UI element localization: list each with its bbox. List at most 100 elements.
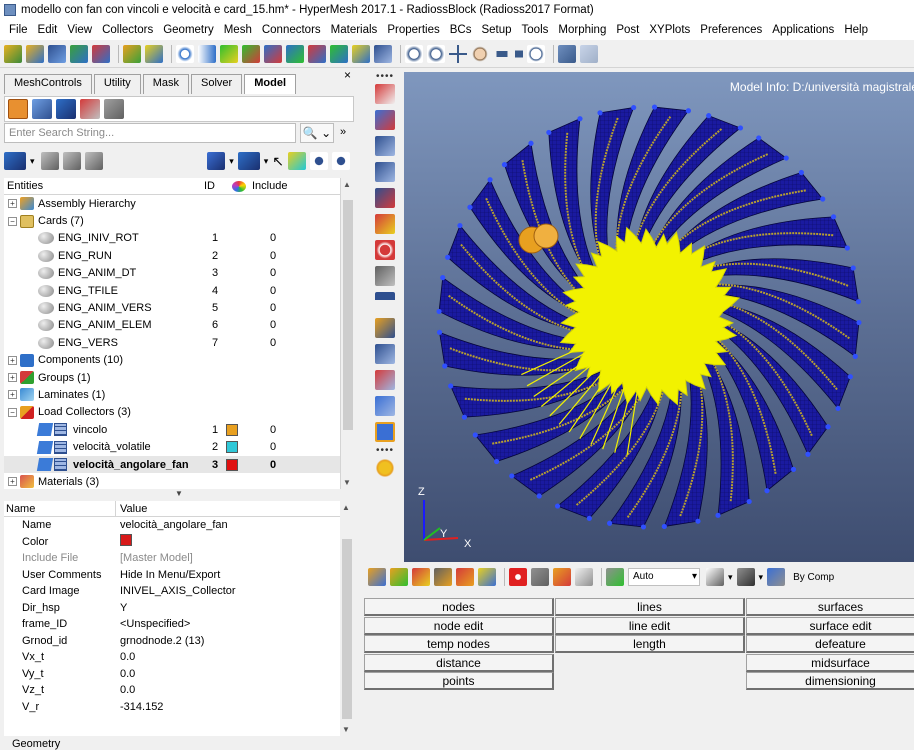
property-value[interactable]: INIVEL_AXIS_Collector: [120, 585, 236, 597]
zoom-window-icon[interactable]: [405, 44, 423, 63]
expand-icon[interactable]: [40, 152, 59, 170]
redo-icon[interactable]: [580, 44, 598, 63]
material-view-icon[interactable]: [104, 99, 124, 119]
property-value[interactable]: 0.0: [120, 684, 135, 696]
property-row-vx-t[interactable]: Vx_t 0.0: [4, 649, 340, 666]
tree-row[interactable]: ENG_INIV_ROT 1 0: [4, 230, 340, 247]
mask-icon[interactable]: [375, 84, 395, 104]
import-icon[interactable]: [26, 44, 44, 63]
pan-hand-icon[interactable]: [471, 44, 489, 63]
expand-icon[interactable]: +: [8, 477, 17, 487]
tree-row[interactable]: velocità_angolare_fan 3 0: [4, 455, 340, 474]
panel-button-lines[interactable]: lines: [555, 598, 745, 616]
tree-row[interactable]: ENG_TFILE 4 0: [4, 282, 340, 299]
tree-row[interactable]: ENG_RUN 2 0: [4, 247, 340, 264]
measure-icon[interactable]: [375, 318, 395, 338]
cursor-icon[interactable]: ↖: [272, 153, 284, 170]
dropdown-arrow-icon[interactable]: ▾: [30, 156, 35, 167]
tree-row[interactable]: vincolo 1 0: [4, 421, 340, 438]
tree-row[interactable]: + Laminates (1): [4, 386, 340, 403]
show-icon[interactable]: [207, 152, 226, 170]
property-row-vy-t[interactable]: Vy_t 0.0: [4, 666, 340, 683]
tab-meshcontrols[interactable]: MeshControls: [4, 74, 92, 94]
panel-button-length[interactable]: length: [555, 635, 745, 653]
menu-geometry[interactable]: Geometry: [158, 24, 219, 36]
property-value[interactable]: Hide In Menu/Export: [120, 569, 220, 581]
dropdown-arrow-icon[interactable]: ▾: [759, 572, 764, 583]
dropdown-arrow-icon[interactable]: ▾: [264, 156, 269, 167]
component-view-icon[interactable]: [56, 99, 76, 119]
include-view-icon[interactable]: [32, 99, 52, 119]
tree-row[interactable]: − Cards (7): [4, 212, 340, 229]
view-xy-top-icon[interactable]: [220, 44, 238, 63]
close-panel-icon[interactable]: ×: [344, 68, 351, 82]
view-yz-left-icon[interactable]: [308, 44, 326, 63]
color-swatch[interactable]: [226, 458, 238, 471]
assemblies-tool-icon[interactable]: [390, 568, 408, 586]
export-icon[interactable]: [92, 44, 110, 63]
scroll-down-arrow-icon[interactable]: ▼: [343, 478, 351, 487]
property-row-user-comments[interactable]: User Comments Hide In Menu/Export: [4, 567, 340, 584]
expand-icon[interactable]: +: [8, 373, 17, 383]
menu-xyplots[interactable]: XYPlots: [644, 24, 695, 36]
menu-properties[interactable]: Properties: [382, 24, 444, 36]
menu-help[interactable]: Help: [839, 24, 873, 36]
shaded-icon[interactable]: [736, 568, 755, 586]
feature-edges-icon[interactable]: [375, 188, 395, 208]
filter-icon[interactable]: [84, 152, 103, 170]
collapse-icon[interactable]: −: [8, 407, 17, 417]
menu-setup[interactable]: Setup: [476, 24, 516, 36]
model-view-icon[interactable]: [8, 99, 28, 119]
property-row-include-file[interactable]: Include File [Master Model]: [4, 550, 340, 567]
center-icon[interactable]: [449, 44, 467, 63]
undo-icon[interactable]: [558, 44, 576, 63]
property-value[interactable]: [Master Model]: [120, 552, 193, 564]
clipping-plane-icon[interactable]: [375, 422, 395, 442]
tab-mask[interactable]: Mask: [142, 74, 190, 94]
menu-bcs[interactable]: BCs: [445, 24, 477, 36]
menu-edit[interactable]: Edit: [33, 24, 63, 36]
panel-button-midsurface[interactable]: midsurface: [746, 653, 914, 672]
expand-icon[interactable]: +: [8, 390, 17, 400]
panel-button-distance[interactable]: distance: [364, 653, 554, 672]
expand-icon[interactable]: +: [8, 355, 17, 365]
iso-view-icon[interactable]: [352, 44, 370, 63]
panel-button-surfaces[interactable]: surfaces: [746, 598, 914, 616]
menu-mesh[interactable]: Mesh: [219, 24, 257, 36]
properties-tool-icon[interactable]: [434, 568, 452, 586]
menu-connectors[interactable]: Connectors: [257, 24, 326, 36]
color-swatch[interactable]: [226, 423, 238, 436]
property-value[interactable]: Y: [120, 602, 127, 614]
eye-plus-minus-icon[interactable]: [310, 152, 328, 170]
organize-icon[interactable]: [553, 568, 571, 586]
expand-icon[interactable]: +: [8, 199, 17, 209]
scroll-up-arrow-icon[interactable]: ▲: [342, 503, 350, 512]
scrollbar-thumb[interactable]: [342, 539, 352, 719]
property-value[interactable]: <Unspecified>: [120, 618, 190, 630]
property-value[interactable]: velocità_angolare_fan: [120, 519, 228, 531]
menu-file[interactable]: File: [4, 24, 33, 36]
zoom-icon[interactable]: [176, 44, 194, 63]
element-display-icon[interactable]: [375, 136, 395, 156]
menu-collectors[interactable]: Collectors: [97, 24, 158, 36]
star-favorites-icon[interactable]: [375, 458, 395, 478]
panel-button-node-edit[interactable]: node edit: [364, 616, 554, 635]
menu-preferences[interactable]: Preferences: [695, 24, 767, 36]
tree-row[interactable]: ENG_ANIM_DT 3 0: [4, 265, 340, 282]
collapse-icon[interactable]: −: [8, 216, 17, 226]
display-all-icon[interactable]: [4, 152, 26, 170]
property-row-frame-id[interactable]: frame_ID <Unspecified>: [4, 616, 340, 633]
shaded-elements-icon[interactable]: [375, 162, 395, 182]
menu-applications[interactable]: Applications: [767, 24, 839, 36]
color-chip[interactable]: [120, 534, 132, 547]
load-steps-tool-icon[interactable]: [478, 568, 496, 586]
model-browser-icon[interactable]: [145, 44, 163, 63]
free-edges-icon[interactable]: [375, 214, 395, 234]
horizontal-move-icon[interactable]: [493, 50, 511, 57]
tree-row[interactable]: + Assembly Hierarchy: [4, 195, 340, 212]
binoculars-icon[interactable]: [375, 266, 395, 286]
renumber-icon[interactable]: [575, 568, 593, 586]
panel-button-dimensioning[interactable]: dimensioning: [746, 672, 914, 690]
search-button[interactable]: 🔍 ⌄: [300, 123, 334, 143]
scroll-down-arrow-icon[interactable]: ▼: [342, 725, 350, 734]
